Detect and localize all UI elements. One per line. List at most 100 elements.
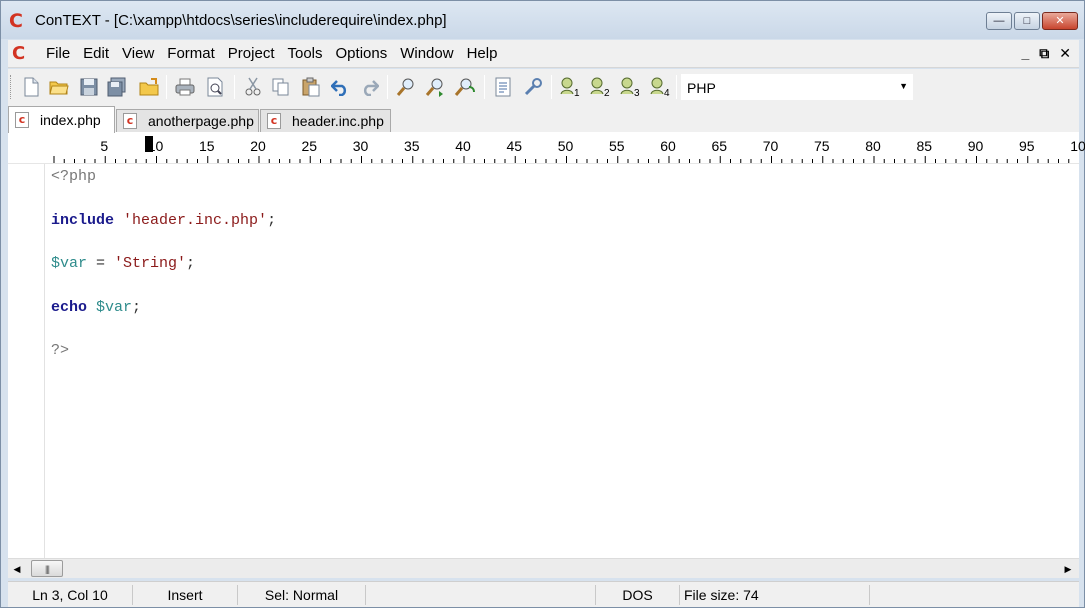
toolbar-separator — [551, 75, 552, 99]
status-insert-mode[interactable]: Insert — [133, 585, 238, 605]
tools-icon[interactable] — [522, 76, 544, 98]
ruler-label: 95 — [1018, 138, 1035, 154]
ruler-label: 90 — [967, 138, 984, 154]
code-line[interactable] — [51, 278, 276, 300]
cut-icon[interactable] — [242, 76, 264, 98]
find-icon[interactable] — [395, 76, 417, 98]
status-empty — [366, 585, 596, 605]
print-preview-icon[interactable] — [204, 76, 226, 98]
ruler-label: 10 — [147, 138, 164, 154]
status-cursor-position: Ln 3, Col 10 — [8, 585, 133, 605]
code-token: 'String' — [114, 255, 187, 273]
toolbar-grip[interactable] — [10, 75, 13, 99]
ruler: 5 10 15 20 25 30 35 40 45 50 55 60 65 70 75 80 85 90 95 10 — [8, 132, 1085, 164]
php-file-icon: c — [15, 112, 29, 128]
app-window: C ConTEXT - [C:\xampp\htdocs\series\incl… — [0, 0, 1085, 608]
save-all-icon[interactable] — [106, 76, 128, 98]
replace-icon[interactable] — [454, 76, 476, 98]
menu-bar: C File Edit View Format Project Tools Options W… — [8, 40, 1079, 68]
code-line[interactable]: <?php — [51, 169, 276, 191]
ruler-label: 35 — [403, 138, 420, 154]
ruler-label: 75 — [813, 138, 830, 154]
menu-tools[interactable]: Tools — [287, 46, 328, 62]
svg-text:4: 4 — [664, 88, 670, 98]
menu-format[interactable]: Format — [167, 46, 221, 62]
open-file-icon[interactable] — [48, 76, 70, 98]
svg-text:3: 3 — [634, 88, 640, 98]
paste-icon[interactable] — [300, 76, 322, 98]
scroll-thumb[interactable]: ||| — [31, 560, 63, 577]
menu-help[interactable]: Help — [467, 46, 504, 62]
tab-index-php[interactable]: c index.php — [8, 106, 115, 133]
minimize-button[interactable]: — — [986, 12, 1012, 30]
scroll-left-icon[interactable]: ◀ — [10, 561, 24, 577]
new-file-icon[interactable] — [20, 76, 42, 98]
language-select[interactable]: PHP ▼ — [681, 74, 913, 100]
code-line[interactable]: echo $var; — [51, 298, 276, 322]
document-props-icon[interactable] — [492, 76, 514, 98]
close-button[interactable]: ✕ — [1042, 12, 1078, 30]
tab-label: index.php — [40, 112, 101, 128]
code-token: ?> — [51, 342, 70, 360]
undo-icon[interactable] — [330, 76, 352, 98]
editor-gutter[interactable] — [8, 164, 45, 558]
find-next-icon[interactable] — [424, 76, 446, 98]
code-line[interactable]: ?> — [51, 343, 276, 365]
document-menu-icon[interactable]: C — [12, 44, 25, 64]
menu-window[interactable]: Window — [400, 46, 459, 62]
ruler-label: 50 — [557, 138, 574, 154]
user-command-3-icon[interactable]: 3 — [619, 76, 641, 98]
code-line[interactable] — [51, 322, 276, 344]
scroll-right-icon[interactable]: ▶ — [1061, 561, 1075, 577]
code-token: 'header.inc.php' — [123, 211, 268, 229]
user-command-1-icon[interactable]: 1 — [559, 76, 581, 98]
menu-edit[interactable]: Edit — [83, 46, 115, 62]
tab-anotherpage-php[interactable]: c anotherpage.php — [116, 109, 259, 132]
status-selection-mode[interactable]: Sel: Normal — [238, 585, 366, 605]
code-line[interactable] — [51, 234, 276, 256]
redo-icon[interactable] — [358, 76, 380, 98]
copy-icon[interactable] — [270, 76, 292, 98]
menu-file[interactable]: File — [46, 46, 76, 62]
print-icon[interactable] — [174, 76, 196, 98]
menu-items: File Edit View Format Project Tools Options Win… — [46, 46, 510, 62]
toolbar-separator — [166, 75, 167, 99]
ruler-label: 15 — [198, 138, 215, 154]
horizontal-scrollbar[interactable]: ◀ ||| ▶ — [8, 558, 1079, 578]
code-token: $var — [96, 298, 133, 316]
maximize-button[interactable]: □ — [1014, 12, 1040, 30]
open-folder-icon[interactable] — [138, 76, 160, 98]
ruler-label: 45 — [506, 138, 523, 154]
toolbar-separator — [484, 75, 485, 99]
mdi-restore-button[interactable]: ⧉ — [1039, 45, 1049, 62]
code-token: $var — [51, 255, 88, 273]
menu-options[interactable]: Options — [336, 46, 394, 62]
code-line[interactable] — [51, 191, 276, 213]
ruler-label: 70 — [762, 138, 779, 154]
user-command-2-icon[interactable]: 2 — [589, 76, 611, 98]
toolbar-separator — [387, 75, 388, 99]
menu-project[interactable]: Project — [228, 46, 281, 62]
chevron-down-icon[interactable]: ▼ — [899, 81, 908, 91]
mdi-minimize-button[interactable]: _ — [1021, 45, 1029, 62]
title-bar[interactable]: C ConTEXT - [C:\xampp\htdocs\series\incl… — [1, 1, 1084, 39]
ruler-label: 25 — [301, 138, 318, 154]
tab-header-inc-php[interactable]: c header.inc.php — [260, 109, 391, 132]
ruler-label: 65 — [711, 138, 728, 154]
user-command-4-icon[interactable]: 4 — [649, 76, 671, 98]
tab-label: header.inc.php — [292, 113, 384, 129]
code-line[interactable]: include 'header.inc.php'; — [51, 211, 277, 235]
code-area[interactable]: <?php include 'header.inc.php'; $var = 'St… — [51, 169, 276, 365]
menu-view[interactable]: View — [122, 46, 160, 62]
code-editor[interactable]: <?php include 'header.inc.php'; $var = 'St… — [8, 164, 1079, 558]
code-line[interactable]: $var = 'String'; — [51, 256, 276, 278]
code-token: include — [51, 211, 115, 229]
status-file-size: File size: 74 — [680, 585, 870, 605]
status-line-ending[interactable]: DOS — [596, 585, 680, 605]
ruler-label: 10 — [1070, 138, 1085, 154]
ruler-ticks — [53, 156, 1070, 163]
mdi-close-button[interactable]: ✕ — [1059, 45, 1071, 62]
code-token: ; — [267, 211, 277, 229]
save-icon[interactable] — [78, 76, 100, 98]
